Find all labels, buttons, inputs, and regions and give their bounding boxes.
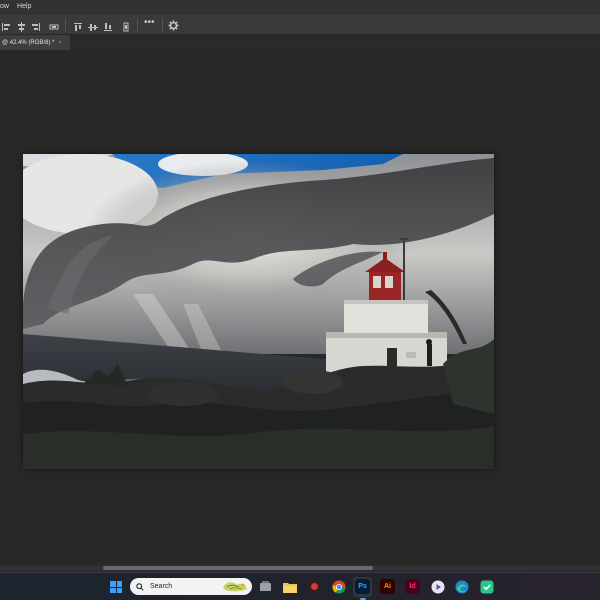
gear-icon[interactable]: [168, 18, 179, 31]
options-separator: [137, 18, 138, 31]
options-bar: •••: [0, 13, 600, 35]
canvas-workspace[interactable]: [0, 50, 600, 564]
media-player-icon[interactable]: [430, 579, 445, 594]
taskbar-search-box[interactable]: Search: [130, 578, 252, 595]
file-explorer-icon[interactable]: [282, 579, 297, 594]
options-separator: [162, 18, 163, 31]
align-bottom-edges-icon[interactable]: [103, 19, 113, 31]
photoshop-window: ow Help ••• @ 42.4% (RGB/8) * × Search P…: [0, 0, 600, 600]
distribute-horizontal-icon[interactable]: [49, 19, 59, 30]
menu-item-window[interactable]: ow: [0, 0, 13, 13]
menu-bar: ow Help: [0, 0, 600, 13]
task-view-icon[interactable]: [258, 579, 273, 594]
shield-icon[interactable]: [479, 579, 494, 594]
illustrator-icon[interactable]: Ai: [380, 579, 395, 594]
align-right-edges-icon[interactable]: [31, 19, 41, 31]
document-tab[interactable]: @ 42.4% (RGB/8) * ×: [0, 35, 70, 50]
scrollbar-thumb[interactable]: [103, 566, 373, 570]
document-tab-bar: @ 42.4% (RGB/8) * ×: [0, 35, 600, 50]
indesign-icon[interactable]: Id: [405, 579, 420, 594]
search-placeholder: Search: [150, 583, 173, 590]
document-canvas[interactable]: [23, 154, 494, 469]
photoshop-icon[interactable]: Ps: [355, 579, 370, 594]
windows-start-icon[interactable]: [110, 581, 122, 593]
distribute-vertical-icon[interactable]: [121, 19, 131, 32]
align-vertical-centers-icon[interactable]: [88, 19, 98, 31]
align-horizontal-centers-icon[interactable]: [16, 19, 26, 32]
chrome-icon[interactable]: [331, 579, 346, 594]
menu-item-help[interactable]: Help: [13, 0, 35, 13]
more-options-button[interactable]: •••: [144, 17, 155, 28]
options-separator: [65, 18, 66, 31]
horizontal-scrollbar[interactable]: [0, 564, 600, 572]
edge-icon[interactable]: [454, 579, 469, 594]
close-tab-icon[interactable]: ×: [58, 40, 62, 46]
search-highlight-doodle-icon: [223, 582, 247, 592]
red-app-icon[interactable]: [307, 579, 322, 594]
lighthouse-photo: [23, 154, 494, 469]
align-left-edges-icon[interactable]: [1, 19, 11, 31]
document-tab-title: @ 42.4% (RGB/8) *: [2, 39, 55, 46]
search-icon: [136, 582, 144, 591]
taskbar: Search Ps Ai Id: [0, 572, 600, 600]
align-top-edges-icon[interactable]: [73, 19, 83, 31]
